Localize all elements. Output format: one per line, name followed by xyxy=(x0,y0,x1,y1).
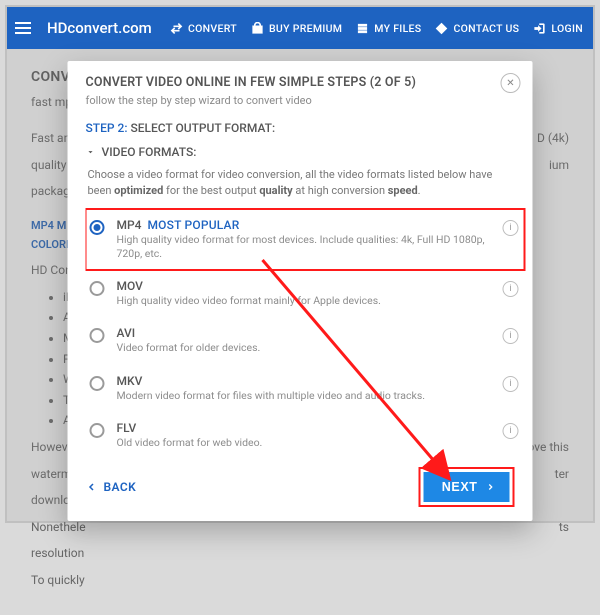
format-name: AVI xyxy=(117,326,491,340)
dialog-title: CONVERT VIDEO ONLINE IN FEW SIMPLE STEPS… xyxy=(86,75,493,90)
format-name: MP4MOST POPULAR xyxy=(117,218,491,232)
dialog-subtitle: follow the step by step wizard to conver… xyxy=(86,94,493,107)
close-icon[interactable]: ✕ xyxy=(501,73,521,93)
nav-label: CONVERT xyxy=(188,22,237,35)
login-icon xyxy=(533,22,546,35)
next-button[interactable]: NEXT xyxy=(424,472,510,502)
format-desc: Modern video format for files with multi… xyxy=(117,389,491,403)
format-option-flv[interactable]: FLVOld video format for web video. i xyxy=(86,412,525,457)
format-option-mov[interactable]: MOVHigh quality video video format mainl… xyxy=(86,270,525,317)
format-desc: High quality video video format mainly f… xyxy=(117,294,491,308)
section-hint: Choose a video format for video conversi… xyxy=(88,167,515,199)
info-icon[interactable]: i xyxy=(503,281,519,297)
radio-avi[interactable] xyxy=(90,328,105,343)
convert-wizard-dialog: CONVERT VIDEO ONLINE IN FEW SIMPLE STEPS… xyxy=(68,61,533,521)
radio-mkv[interactable] xyxy=(90,376,105,391)
dialog-scroll-area[interactable]: STEP 2: SELECT OUTPUT FORMAT: VIDEO FORM… xyxy=(86,121,533,457)
diamond-icon xyxy=(435,22,448,35)
format-name: MKV xyxy=(117,374,491,388)
radio-flv[interactable] xyxy=(90,423,105,438)
format-name: FLV xyxy=(117,421,491,435)
info-icon[interactable]: i xyxy=(503,376,519,392)
nav-label: BUY PREMIUM xyxy=(269,22,342,35)
nav-convert[interactable]: CONVERT xyxy=(170,22,237,35)
format-desc: Old video format for web video. xyxy=(117,436,491,450)
radio-mov[interactable] xyxy=(90,281,105,296)
menu-icon[interactable] xyxy=(13,17,35,39)
popular-badge: MOST POPULAR xyxy=(147,218,239,232)
nav-label: CONTACT US xyxy=(453,22,519,35)
format-desc: High quality video format for most devic… xyxy=(117,233,491,261)
nav-label: LOGIN xyxy=(551,22,583,35)
info-icon[interactable]: i xyxy=(503,423,519,439)
format-option-mp4[interactable]: MP4MOST POPULARHigh quality video format… xyxy=(86,209,525,270)
chevron-left-icon xyxy=(86,481,98,493)
step-label: STEP 2: SELECT OUTPUT FORMAT: xyxy=(86,121,525,135)
brand-title: HDconvert.com xyxy=(47,19,152,37)
section-video-formats[interactable]: VIDEO FORMATS: xyxy=(86,145,525,159)
info-icon[interactable]: i xyxy=(503,220,519,236)
format-desc: Video format for older devices. xyxy=(117,341,491,355)
files-icon xyxy=(356,22,369,35)
nav-label: MY FILES xyxy=(374,22,421,35)
format-option-avi[interactable]: AVIVideo format for older devices. i xyxy=(86,317,525,364)
format-option-mkv[interactable]: MKVModern video format for files with mu… xyxy=(86,365,525,412)
swap-icon xyxy=(170,22,183,35)
format-name: MOV xyxy=(117,279,491,293)
radio-mp4[interactable] xyxy=(90,220,105,235)
nav-contact[interactable]: CONTACT US xyxy=(435,22,519,35)
back-button[interactable]: BACK xyxy=(86,480,137,494)
chevron-down-icon xyxy=(86,147,96,157)
chevron-right-icon xyxy=(486,482,496,492)
bag-icon xyxy=(251,22,264,35)
nav-login[interactable]: LOGIN xyxy=(533,22,583,35)
nav-files[interactable]: MY FILES xyxy=(356,22,421,35)
nav-premium[interactable]: BUY PREMIUM xyxy=(251,22,342,35)
info-icon[interactable]: i xyxy=(503,328,519,344)
